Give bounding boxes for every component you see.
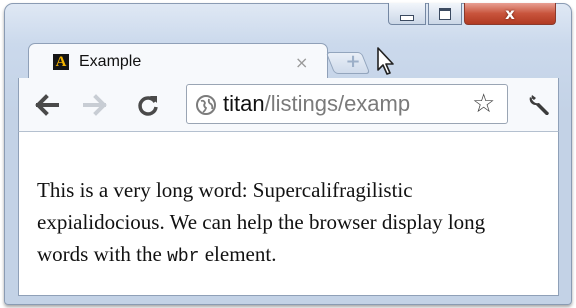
reload-button[interactable] (134, 92, 162, 118)
forward-button[interactable] (81, 92, 109, 118)
forward-arrow-icon (83, 94, 107, 116)
bookmark-star-icon[interactable]: ☆ (472, 90, 495, 118)
close-icon: x (505, 4, 515, 23)
minimize-button[interactable] (388, 3, 426, 25)
tab-close-button[interactable]: × (295, 53, 308, 72)
globe-icon (196, 95, 216, 115)
wbr-code: wbr (167, 247, 200, 267)
close-window-button[interactable]: x (464, 3, 556, 25)
mouse-cursor-icon (377, 47, 394, 75)
url-text: titan/listings/examp (223, 91, 463, 117)
favicon-icon: A (53, 54, 69, 70)
reload-icon (138, 96, 158, 116)
settings-wrench-button[interactable] (527, 92, 553, 123)
page-content: This is a very long word: Supercalifragi… (18, 131, 559, 296)
maximize-icon (439, 7, 451, 20)
address-bar[interactable]: titan/listings/examp ☆ (186, 84, 508, 124)
url-path: /listings/examp (264, 91, 411, 116)
url-host: titan (223, 91, 265, 116)
back-button[interactable] (33, 92, 61, 118)
body-paragraph: This is a very long word: Supercalifragi… (37, 174, 537, 273)
maximize-button[interactable] (428, 3, 462, 25)
tab-example[interactable]: A Example × (28, 43, 328, 79)
browser-toolbar: titan/listings/examp ☆ (18, 78, 559, 131)
wrench-icon (529, 95, 549, 115)
minimize-icon (400, 14, 414, 21)
paragraph-text-end: element. (199, 242, 277, 266)
back-arrow-icon (35, 94, 59, 116)
plus-icon: + (345, 51, 361, 72)
tab-title: Example (79, 53, 142, 70)
